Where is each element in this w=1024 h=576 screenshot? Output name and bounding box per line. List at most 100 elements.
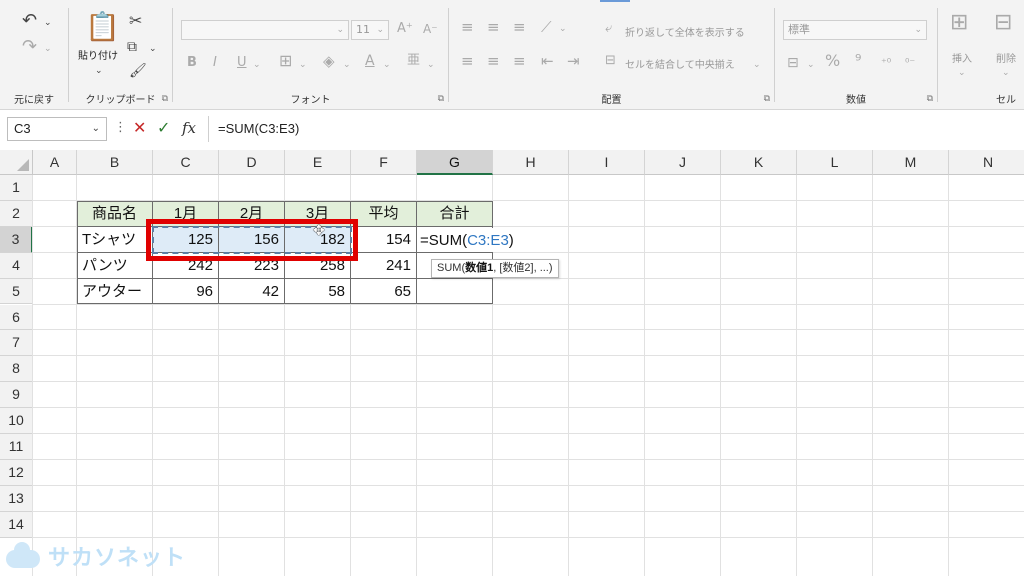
row-header-13[interactable]: 13 (0, 485, 33, 512)
value-cell[interactable]: 241 (351, 252, 417, 279)
column-header-d[interactable]: D (219, 150, 285, 175)
row-header-3[interactable]: 3 (0, 226, 33, 253)
comma-icon[interactable]: ⁹ (855, 52, 861, 70)
fill-color-icon[interactable]: ◈ (323, 52, 335, 70)
orientation-icon[interactable]: ⟋ (541, 18, 552, 36)
value-cell[interactable]: 65 (351, 278, 417, 305)
clipboard-launcher-icon[interactable]: ⧉ (162, 94, 168, 104)
function-argument-tooltip[interactable]: SUM(数値1, [数値2], ...) (431, 258, 559, 278)
alignment-launcher-icon[interactable]: ⧉ (764, 94, 770, 104)
column-header-k[interactable]: K (721, 150, 797, 175)
column-header-h[interactable]: H (493, 150, 569, 175)
align-center-icon[interactable]: ≡ (487, 52, 500, 70)
table-header-cell[interactable]: 2月 (219, 200, 285, 227)
merge-center-button[interactable]: セルを結合して中央揃え (625, 56, 735, 71)
paste-icon[interactable]: 📋 (85, 12, 120, 42)
row-header-6[interactable]: 6 (0, 304, 33, 331)
row-header-14[interactable]: 14 (0, 511, 33, 538)
cancel-icon[interactable]: ✕ (133, 118, 146, 138)
merge-center-icon[interactable]: ⊟ (605, 52, 616, 70)
row-header-12[interactable]: 12 (0, 459, 33, 486)
column-header-n[interactable]: N (949, 150, 1024, 175)
increase-decimal-icon[interactable]: ⁺⁰ (881, 54, 891, 72)
name-box[interactable]: C3 ⌄ (7, 117, 107, 141)
column-header-e[interactable]: E (285, 150, 351, 175)
column-header-j[interactable]: J (645, 150, 721, 175)
row-header-9[interactable]: 9 (0, 382, 33, 409)
copy-dropdown-icon[interactable]: ⌄ (149, 40, 157, 58)
value-cell[interactable]: 156 (219, 226, 285, 253)
row-header-4[interactable]: 4 (0, 252, 33, 279)
bold-icon[interactable]: B (187, 54, 197, 72)
phonetic-dropdown-icon[interactable]: ⌄ (427, 56, 435, 74)
value-cell[interactable]: 223 (219, 252, 285, 279)
value-cell[interactable]: 42 (219, 278, 285, 305)
number-format-dropdown[interactable]: 標準 ⌄ (783, 20, 927, 40)
value-cell[interactable]: 154 (351, 226, 417, 253)
percent-icon[interactable]: % (825, 52, 840, 70)
table-header-cell[interactable]: 平均 (351, 200, 417, 227)
currency-dropdown-icon[interactable]: ⌄ (807, 56, 815, 74)
column-header-c[interactable]: C (153, 150, 219, 175)
value-cell[interactable]: 58 (285, 278, 351, 305)
font-color-icon[interactable]: A (365, 52, 375, 70)
merge-dropdown-icon[interactable]: ⌄ (753, 56, 761, 74)
font-color-dropdown-icon[interactable]: ⌄ (383, 56, 391, 74)
font-launcher-icon[interactable]: ⧉ (438, 94, 444, 104)
table-header-cell[interactable]: 商品名 (77, 200, 153, 227)
undo-icon[interactable]: ↶ (22, 12, 37, 30)
decrease-decimal-icon[interactable]: ⁰⁻ (905, 54, 915, 72)
underline-dropdown-icon[interactable]: ⌄ (253, 56, 261, 74)
italic-icon[interactable]: I (213, 54, 217, 72)
row-header-11[interactable]: 11 (0, 434, 33, 460)
format-painter-icon[interactable]: 🖌 (129, 62, 147, 80)
wrap-text-icon[interactable]: ⤶ (605, 20, 612, 38)
decrease-font-icon[interactable]: A⁻ (423, 20, 438, 38)
formula-input[interactable]: =SUM(C3:E3) (218, 117, 1018, 141)
insert-cells-icon[interactable]: ⊞ (950, 12, 968, 34)
increase-font-icon[interactable]: A⁺ (397, 20, 413, 38)
value-cell[interactable]: 125 (153, 226, 219, 253)
font-size-dropdown[interactable]: 11 ⌄ (351, 20, 389, 40)
row-header-5[interactable]: 5 (0, 278, 33, 305)
number-launcher-icon[interactable]: ⧉ (927, 94, 933, 104)
undo-dropdown-icon[interactable]: ⌄ (44, 14, 52, 32)
column-header-g[interactable]: G (417, 150, 493, 175)
total-cell[interactable] (417, 278, 493, 305)
borders-dropdown-icon[interactable]: ⌄ (299, 56, 307, 74)
column-header-l[interactable]: L (797, 150, 873, 175)
column-header-a[interactable]: A (33, 150, 77, 175)
align-bottom-icon[interactable]: ≡ (513, 18, 526, 36)
value-cell[interactable]: 258 (285, 252, 351, 279)
phonetic-icon[interactable]: 亜 (407, 52, 420, 70)
product-name-cell[interactable]: アウター (77, 278, 153, 305)
value-cell[interactable]: 242 (153, 252, 219, 279)
row-header-1[interactable]: 1 (0, 175, 33, 201)
enter-icon[interactable]: ✓ (157, 118, 170, 138)
redo-dropdown-icon[interactable]: ⌄ (44, 40, 52, 58)
select-all-button[interactable] (0, 150, 33, 175)
redo-icon[interactable]: ↷ (22, 38, 37, 56)
insert-dropdown-icon[interactable]: ⌄ (958, 64, 966, 82)
align-middle-icon[interactable]: ≡ (487, 18, 500, 36)
table-header-cell[interactable]: 1月 (153, 200, 219, 227)
currency-icon[interactable]: ⊟ (787, 54, 799, 72)
cut-icon[interactable]: ✂ (129, 12, 142, 30)
align-top-icon[interactable]: ≡ (461, 18, 474, 36)
row-header-7[interactable]: 7 (0, 330, 33, 357)
column-header-b[interactable]: B (77, 150, 153, 175)
delete-cells-icon[interactable]: ⊟ (994, 12, 1012, 34)
font-name-dropdown[interactable]: ⌄ (181, 20, 349, 40)
product-name-cell[interactable]: Tシャツ (77, 226, 153, 253)
row-header-8[interactable]: 8 (0, 356, 33, 383)
wrap-text-button[interactable]: 折り返して全体を表示する (625, 24, 745, 39)
borders-icon[interactable]: ⊞ (279, 52, 292, 70)
fill-color-dropdown-icon[interactable]: ⌄ (343, 56, 351, 74)
delete-dropdown-icon[interactable]: ⌄ (1002, 64, 1010, 82)
insert-function-icon[interactable]: fx (182, 118, 196, 138)
increase-indent-icon[interactable]: ⇥ (567, 52, 580, 70)
value-cell[interactable]: 96 (153, 278, 219, 305)
product-name-cell[interactable]: パンツ (77, 252, 153, 279)
decrease-indent-icon[interactable]: ⇤ (541, 52, 554, 70)
table-header-cell[interactable]: 合計 (417, 200, 493, 227)
